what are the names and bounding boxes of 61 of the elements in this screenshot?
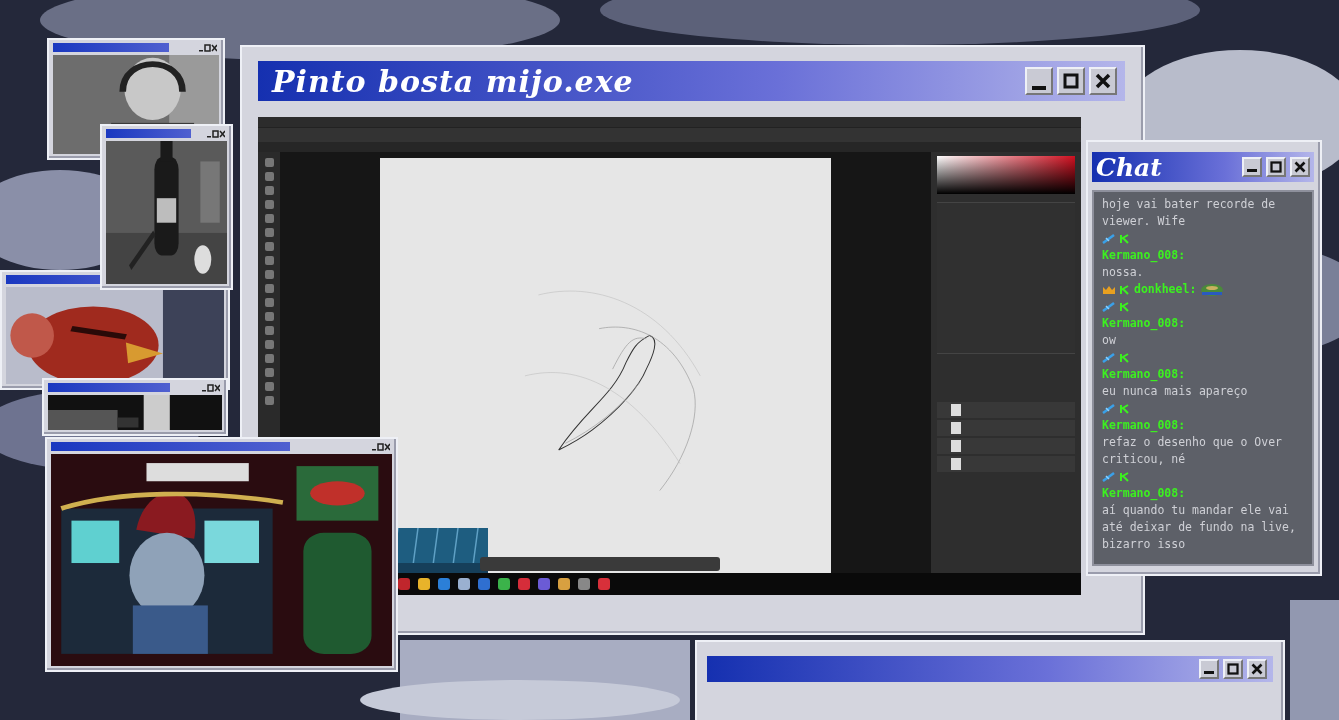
badge-icon: [1120, 403, 1130, 414]
chat-message: eu nunca mais apareço: [1102, 383, 1249, 400]
chat-username[interactable]: Kermano_008:: [1102, 248, 1186, 262]
taskbar-icon[interactable]: [438, 578, 450, 590]
pencil-icon: [1102, 403, 1116, 414]
pencil-icon: [1102, 301, 1116, 312]
window-title: Chat: [1096, 152, 1163, 182]
taskbar-icon[interactable]: [498, 578, 510, 590]
pencil-icon: [1102, 352, 1116, 363]
window-title: Pinto bosta mijo.exe: [272, 63, 635, 99]
taskbar-icon[interactable]: [478, 578, 490, 590]
taskbar-icon[interactable]: [598, 578, 610, 590]
maximize-icon: [1270, 161, 1282, 173]
maximize-button[interactable]: [1266, 157, 1286, 177]
window-controls-icon[interactable]: [202, 383, 220, 392]
chat-username[interactable]: Kermano_008:: [1102, 418, 1186, 432]
close-button[interactable]: [1089, 67, 1117, 95]
window-controls-icon[interactable]: [199, 43, 217, 52]
minimize-button[interactable]: [1199, 659, 1219, 679]
minimize-icon: [1204, 671, 1214, 674]
chat-message: hoje vai bater recorde de viewer. Wife: [1102, 196, 1277, 230]
minimize-icon: [1247, 169, 1257, 172]
chat-username[interactable]: Kermano_008:: [1102, 316, 1186, 330]
badge-icon: [1120, 233, 1130, 244]
close-button[interactable]: [1247, 659, 1267, 679]
chat-username[interactable]: Kermano_008:: [1102, 486, 1186, 500]
close-icon: [1095, 73, 1111, 89]
pencil-icon: [1102, 471, 1116, 482]
layer-row[interactable]: [937, 438, 1075, 454]
taskbar-icon[interactable]: [518, 578, 530, 590]
minimize-icon: [1032, 86, 1046, 90]
taskbar-icon[interactable]: [418, 578, 430, 590]
layer-row[interactable]: [937, 420, 1075, 436]
window-controls-icon[interactable]: [372, 442, 390, 451]
maximize-icon: [1063, 73, 1079, 89]
badge-icon: [1120, 301, 1130, 312]
layer-row[interactable]: [937, 402, 1075, 418]
chat-message: aí quando tu mandar ele vai até deixar de fundo na live, bizarro isso: [1102, 502, 1297, 553]
taskbar-icon[interactable]: [458, 578, 470, 590]
maximize-icon: [1227, 663, 1239, 675]
chat-message: nossa.: [1102, 264, 1145, 281]
badge-icon: [1120, 352, 1130, 363]
taskbar-icon[interactable]: [578, 578, 590, 590]
minimize-button[interactable]: [1242, 157, 1262, 177]
crown-icon: [1102, 284, 1116, 295]
pencil-icon: [1102, 233, 1116, 244]
chat-username[interactable]: donkheel:: [1134, 282, 1197, 296]
layer-row[interactable]: [937, 456, 1075, 472]
close-icon: [1294, 161, 1306, 173]
maximize-button[interactable]: [1223, 659, 1243, 679]
color-picker[interactable]: [937, 156, 1075, 194]
chat-message: refaz o desenho que o Over criticou, né: [1102, 434, 1283, 468]
badge-icon: [1120, 471, 1130, 482]
badge-icon: [1120, 284, 1130, 295]
minimize-button[interactable]: [1025, 67, 1053, 95]
chat-username[interactable]: Kermano_008:: [1102, 367, 1186, 381]
taskbar-icon[interactable]: [558, 578, 570, 590]
chat-message: ow: [1102, 332, 1117, 349]
maximize-button[interactable]: [1057, 67, 1085, 95]
close-icon: [1251, 663, 1263, 675]
close-button[interactable]: [1290, 157, 1310, 177]
